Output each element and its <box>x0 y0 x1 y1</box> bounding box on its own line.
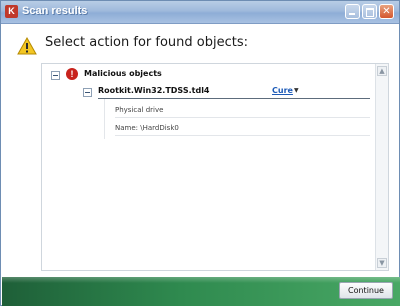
exclamation-circle-icon: ! <box>66 68 78 80</box>
minimize-button[interactable] <box>345 4 360 19</box>
action-dropdown-link[interactable]: Cure <box>272 86 293 95</box>
detail-object-name: Name: \HardDisk0 <box>115 121 370 136</box>
vertical-scrollbar[interactable]: ▲ ▼ <box>375 64 388 270</box>
continue-button[interactable]: Continue <box>339 282 393 299</box>
kaspersky-k-icon: K <box>5 5 18 18</box>
scroll-up-icon[interactable]: ▲ <box>377 66 387 76</box>
close-icon: ✕ <box>382 6 391 17</box>
scroll-down-icon[interactable]: ▼ <box>377 258 387 268</box>
warning-triangle-icon <box>17 37 37 55</box>
collapse-threat-toggle[interactable] <box>83 88 92 97</box>
minimize-icon <box>349 13 355 15</box>
collapse-malicious-toggle[interactable] <box>51 71 60 80</box>
close-button[interactable]: ✕ <box>379 4 394 19</box>
title-bar[interactable]: K Scan results ✕ <box>1 1 399 24</box>
threat-name: Rootkit.Win32.TDSS.tdl4 <box>98 86 210 95</box>
header-title: Select action for found objects: <box>45 35 248 50</box>
window-title: Scan results <box>22 5 88 17</box>
details-divider <box>104 99 105 139</box>
chevron-down-icon[interactable]: ▼ <box>294 87 299 94</box>
malicious-objects-label: Malicious objects <box>84 69 162 78</box>
maximize-icon <box>366 8 374 17</box>
footer-bar: Continue <box>2 277 400 306</box>
scan-results-window: K Scan results ✕ Select action for found… <box>0 0 400 306</box>
results-panel: ! Malicious objects Rootkit.Win32.TDSS.t… <box>41 63 389 271</box>
threat-row: Rootkit.Win32.TDSS.tdl4 Cure ▼ <box>98 84 370 99</box>
maximize-button[interactable] <box>362 4 377 19</box>
threat-details: Physical drive Name: \HardDisk0 <box>98 99 370 139</box>
detail-object-type: Physical drive <box>115 103 370 118</box>
